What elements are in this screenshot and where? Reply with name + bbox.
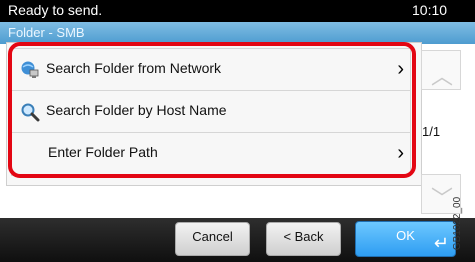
cancel-button-label: Cancel <box>192 229 233 244</box>
menu-item-search-host[interactable]: Search Folder by Host Name <box>11 90 411 134</box>
figure-code-label: GB1022_00 <box>452 196 464 251</box>
back-button[interactable]: < Back <box>266 222 341 256</box>
page-title: Folder - SMB <box>8 25 85 40</box>
clock: 10:10 <box>412 2 448 18</box>
chevron-right-icon: › <box>397 142 404 164</box>
chevron-right-icon: › <box>397 58 404 80</box>
menu-item-label: Search Folder from Network <box>46 60 222 76</box>
scroll-up-button[interactable]: ︿ <box>421 50 461 90</box>
chevron-down-icon: ﹀ <box>431 186 454 211</box>
menu-item-label: Enter Folder Path <box>48 144 158 160</box>
status-bar: Ready to send. 10:10 <box>0 0 475 22</box>
status-message: Ready to send. <box>8 2 103 18</box>
enter-icon: ↵ <box>433 233 449 253</box>
network-globe-icon <box>21 61 39 78</box>
menu-item-search-network[interactable]: Search Folder from Network › <box>11 48 411 92</box>
chevron-up-icon: ︿ <box>431 64 454 89</box>
page-indicator: 1/1 <box>422 124 441 139</box>
cancel-button[interactable]: Cancel <box>175 222 250 256</box>
ok-button[interactable]: OK ↵ <box>355 221 456 257</box>
menu-item-enter-path[interactable]: Enter Folder Path › <box>11 132 411 176</box>
figure-code: GB1022_00 <box>452 190 473 260</box>
back-button-label: < Back <box>283 229 324 244</box>
menu-item-label: Search Folder by Host Name <box>46 102 227 118</box>
screen-title-bar: Folder - SMB <box>0 22 475 44</box>
magnifier-icon <box>21 103 40 122</box>
